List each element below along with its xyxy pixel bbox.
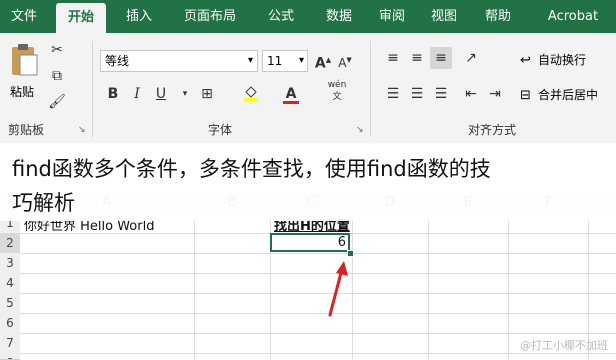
row-header-4[interactable]: 4 [0,273,20,294]
merge-center-button[interactable]: ⊟ 合并后居中 [520,84,614,106]
fill-handle[interactable] [347,250,354,257]
format-painter-icon[interactable]: 🖌 [46,91,68,113]
wrap-text-button[interactable]: ↩ 自动换行 [520,49,614,71]
underline-button[interactable]: U [150,83,172,105]
tab-view[interactable]: 视图 [420,0,468,33]
phonetic-guide-icon[interactable]: wén 文 [326,79,348,102]
font-name-value: 等线 [105,54,130,68]
font-group-label: 字体 [208,123,233,137]
chevron-down-icon: ▾ [247,55,253,66]
title-line-2: 巧解析 [12,191,75,215]
clipboard-launcher-icon[interactable]: ↘ [78,125,86,135]
gridline [20,353,616,354]
article-title-overlay: find函数多个条件，多条件查找，使用find函数的技 巧解析 [0,143,616,221]
paste-icon [12,44,38,76]
gridline [508,213,509,359]
cell-c2[interactable]: 6 [274,235,346,250]
tab-acrobat[interactable]: Acrobat [536,0,610,33]
row-header-7[interactable]: 7 [0,333,20,354]
row-header-5[interactable]: 5 [0,293,20,314]
ribbon: 粘贴 ✂ ⧉ 🖌 剪贴板 ↘ 等线 ▾ 11 ▾ A▲ A▼ B I U ▾ ⊞… [0,33,616,144]
decrease-indent-icon[interactable]: ⇤ [460,83,482,105]
red-arrow-icon [328,261,348,317]
align-middle-icon[interactable]: ≡ [406,47,428,69]
tab-formulas[interactable]: 公式 [254,0,308,33]
watermark: @打工小椰不加班 [520,339,608,352]
copy-icon[interactable]: ⧉ [46,65,68,87]
increase-font-icon[interactable]: A▲ [312,49,334,72]
paste-label: 粘贴 [10,85,35,99]
row-header-3[interactable]: 3 [0,253,20,274]
merge-icon: ⊟ [520,88,531,103]
gridline [20,333,616,334]
group-separator [92,41,93,137]
font-size-value: 11 [267,54,283,68]
tab-data[interactable]: 数据 [312,0,366,33]
tab-page-layout[interactable]: 页面布局 [170,0,250,33]
row-header-6[interactable]: 6 [0,313,20,334]
gridline [20,253,616,254]
gridline [194,213,195,359]
decrease-font-icon[interactable]: A▼ [334,49,356,71]
tab-insert[interactable]: 插入 [112,0,166,33]
wrap-text-label: 自动换行 [538,53,587,67]
tab-home[interactable]: 开始 [56,3,106,33]
cut-icon[interactable]: ✂ [46,39,68,61]
borders-icon[interactable]: ⊞ [196,83,218,105]
font-launcher-icon[interactable]: ↘ [356,125,364,135]
wrap-text-icon: ↩ [520,53,531,68]
align-bottom-icon[interactable]: ≡ [430,47,452,69]
paste-button[interactable]: 粘贴 [6,43,42,103]
gridline [20,313,616,314]
group-separator [370,41,371,137]
ribbon-tab-bar: 文件 开始 插入 页面布局 公式 数据 审阅 视图 帮助 Acrobat [0,0,616,33]
gridline [428,213,429,359]
merge-center-label: 合并后居中 [538,88,599,102]
gridline [352,213,353,359]
chevron-down-icon[interactable]: ▾ [174,83,196,105]
align-top-icon[interactable]: ≡ [382,47,404,69]
align-right-icon[interactable]: ☰ [430,83,452,105]
font-color-icon[interactable]: A [280,83,302,105]
alignment-group-label: 对齐方式 [468,123,517,137]
chevron-down-icon: ▾ [298,55,304,66]
tab-file[interactable]: 文件 [0,0,48,33]
clipboard-group-label: 剪贴板 [8,123,45,137]
title-line-1: find函数多个条件，多条件查找，使用find函数的技 [12,157,491,181]
increase-indent-icon[interactable]: ⇥ [484,83,506,105]
align-center-icon[interactable]: ☰ [406,83,428,105]
fill-color-icon[interactable] [240,83,262,105]
italic-button[interactable]: I [126,83,148,105]
tab-help[interactable]: 帮助 [474,0,522,33]
font-size-select[interactable]: 11 ▾ [262,50,308,72]
gridline [20,293,616,294]
row-header-2[interactable]: 2 [0,233,20,254]
tab-review[interactable]: 审阅 [368,0,416,33]
font-name-select[interactable]: 等线 ▾ [100,50,258,72]
orientation-icon[interactable]: ↗ [460,47,482,69]
bold-button[interactable]: B [102,83,124,105]
gridline [20,273,616,274]
align-left-icon[interactable]: ☰ [382,83,404,105]
